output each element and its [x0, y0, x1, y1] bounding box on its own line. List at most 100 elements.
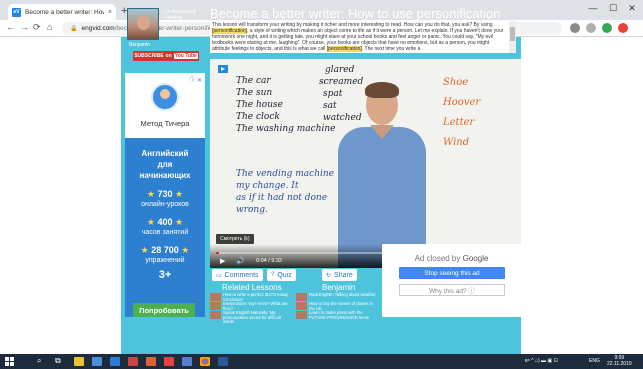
stop-seeing-ad-button[interactable]: Stop seeing this ad [399, 267, 505, 279]
extension-icon[interactable] [618, 23, 628, 33]
home-button[interactable]: ⌂ [47, 22, 52, 32]
whiteboard-object: Wind [443, 137, 470, 148]
whiteboard-word: The sun [236, 88, 273, 98]
minimize-button[interactable]: — [583, 3, 603, 13]
engvid-video-logo [218, 65, 228, 73]
ad-logo [151, 83, 179, 111]
store-icon[interactable] [92, 357, 102, 366]
windows-taskbar: ⌕ ⧉ ʀ⁸ ^ ⌂) ▬ ▣ ⊡ ENG 9:09 22.11.2019 [0, 354, 643, 369]
app-icon[interactable] [182, 357, 192, 366]
app-icon[interactable] [128, 357, 138, 366]
file-explorer-icon[interactable] [74, 357, 84, 366]
tab-quiz[interactable]: ? Quiz [267, 269, 296, 281]
ad-stat: ★ 28 700 ★ [140, 245, 190, 255]
word-icon[interactable] [218, 357, 228, 366]
lesson-thumbnail [210, 302, 221, 310]
teacher-name[interactable]: Benjamin [129, 42, 150, 48]
ad-headline: начинающих [139, 171, 191, 180]
teacher-heading: Benjamin [322, 283, 356, 292]
app-icon[interactable] [146, 357, 156, 366]
comment-icon: ▭ [216, 272, 222, 279]
subscribe-label: SUBSCRIBE [134, 53, 164, 59]
system-tray[interactable]: ʀ⁸ ^ ⌂) ▬ ▣ ⊡ [525, 358, 558, 364]
whiteboard-sentence: as if it had not done [236, 193, 328, 203]
whiteboard-object: Letter [443, 117, 475, 128]
lesson-thumbnail [296, 293, 307, 301]
description-scrollbar[interactable] [509, 21, 516, 53]
reload-button[interactable]: ⟳ [33, 22, 41, 33]
share-icon: ↻ [326, 272, 332, 279]
forward-button[interactable]: → [20, 22, 29, 32]
list-item[interactable]: Learn to make plans with the FUTURE PROG… [296, 310, 378, 320]
clock-date: 22.11.2019 [607, 361, 632, 367]
language-indicator[interactable]: ENG [589, 358, 600, 364]
chrome-icon[interactable] [200, 357, 210, 366]
tab-title: Become a better writer: How to u [25, 8, 104, 16]
tab-comments[interactable]: ▭ Comments [212, 269, 263, 281]
pdf-icon[interactable] [164, 357, 174, 366]
clock[interactable]: 9:09 22.11.2019 [607, 355, 632, 367]
video-player[interactable]: The car The sun The house The clock The … [210, 59, 521, 268]
ad-headline: Английский [141, 149, 189, 158]
url-host: engvid.com [81, 25, 115, 32]
ad-try-button[interactable]: Попробовать [133, 303, 195, 317]
lesson-title: Become a better writer: How to use perso… [210, 6, 501, 21]
teacher-avatar[interactable] [127, 8, 159, 40]
why-this-ad-button[interactable]: Why this ad? ⓘ [399, 284, 505, 296]
back-button[interactable]: ← [6, 22, 15, 32]
translate-icon[interactable] [570, 23, 580, 33]
subscribe-button[interactable]: SUBSCRIBE on You Tube [133, 51, 199, 61]
list-item[interactable]: Speak English Naturally: My pronunciatio… [210, 310, 292, 325]
left-ad[interactable]: ⓘ ✕ Метод Тичера Английский для начинающ… [125, 73, 205, 317]
ad-info-icon[interactable]: ⓘ ✕ [189, 75, 202, 84]
closed-ad-panel: Ad closed by Google Stop seeing this ad … [382, 244, 521, 317]
tab-share[interactable]: ↻ Share [322, 269, 357, 281]
ad-stat-label: онлайн-уроков [141, 201, 189, 208]
tab-label: Quiz [277, 271, 292, 279]
video-progress-fill [216, 252, 219, 254]
whiteboard-verb: glared [325, 65, 355, 75]
presenter-figure [338, 82, 426, 268]
bookmark-star-icon[interactable] [586, 23, 596, 33]
volume-icon[interactable]: 🔊 [236, 257, 245, 265]
ad-body: Английский для начинающих ★ 730 ★ онлайн… [125, 138, 205, 317]
ad-stat-label: упражнений [145, 257, 185, 264]
tab-label: Share [334, 271, 353, 279]
tab-close-icon[interactable]: × [108, 9, 112, 16]
browser-tab[interactable]: eV Become a better writer: How to u × [8, 4, 116, 20]
lesson-thumbnail [296, 311, 307, 319]
google-wordmark: Google [462, 254, 489, 263]
subscribe-on: on [165, 53, 172, 59]
search-icon[interactable]: ⌕ [37, 356, 41, 366]
play-icon[interactable]: ▶ [220, 257, 225, 265]
maximize-button[interactable]: ☐ [603, 3, 623, 14]
list-item[interactable]: Real English: Talking about weather [296, 292, 378, 301]
whiteboard-verb: sat [323, 101, 337, 111]
whiteboard-sentence: The vending machine [236, 169, 334, 179]
windows-start-icon[interactable] [5, 357, 14, 366]
app-icon[interactable] [110, 357, 120, 366]
lesson-description: This lesson will transform your writing … [210, 21, 510, 53]
engvid-favicon-icon: eV [12, 7, 21, 17]
ad-stat: ★ 400 ★ [146, 217, 184, 227]
level-item[interactable]: • writing [163, 15, 196, 21]
watch-later-tooltip: Смотреть (k) [216, 234, 254, 244]
whiteboard-word: The clock [236, 112, 280, 122]
lock-icon: 🔒 [70, 26, 78, 32]
extension-check-icon[interactable] [602, 23, 612, 33]
whiteboard-word: The car [236, 76, 271, 86]
lesson-thumbnail [210, 293, 221, 301]
related-heading: Related Lessons [222, 283, 282, 292]
ad-headline: для [157, 160, 173, 169]
whiteboard-word: The house [236, 100, 283, 110]
ad-brand: Метод Тичера [140, 119, 190, 128]
close-window-button[interactable]: ✕ [622, 3, 642, 14]
ad-stat: ★ 730 ★ [146, 189, 184, 199]
whiteboard-object: Shoe [443, 77, 469, 88]
lesson-text: . The next time you write a [361, 46, 421, 52]
level-list: • 3-Advanced • writing [163, 9, 196, 21]
task-view-icon[interactable]: ⧉ [55, 356, 61, 366]
ad-stat-label: часов занятий [141, 229, 189, 236]
whiteboard-object: Hoover [443, 97, 481, 108]
youtube-logo: You Tube [173, 53, 198, 59]
